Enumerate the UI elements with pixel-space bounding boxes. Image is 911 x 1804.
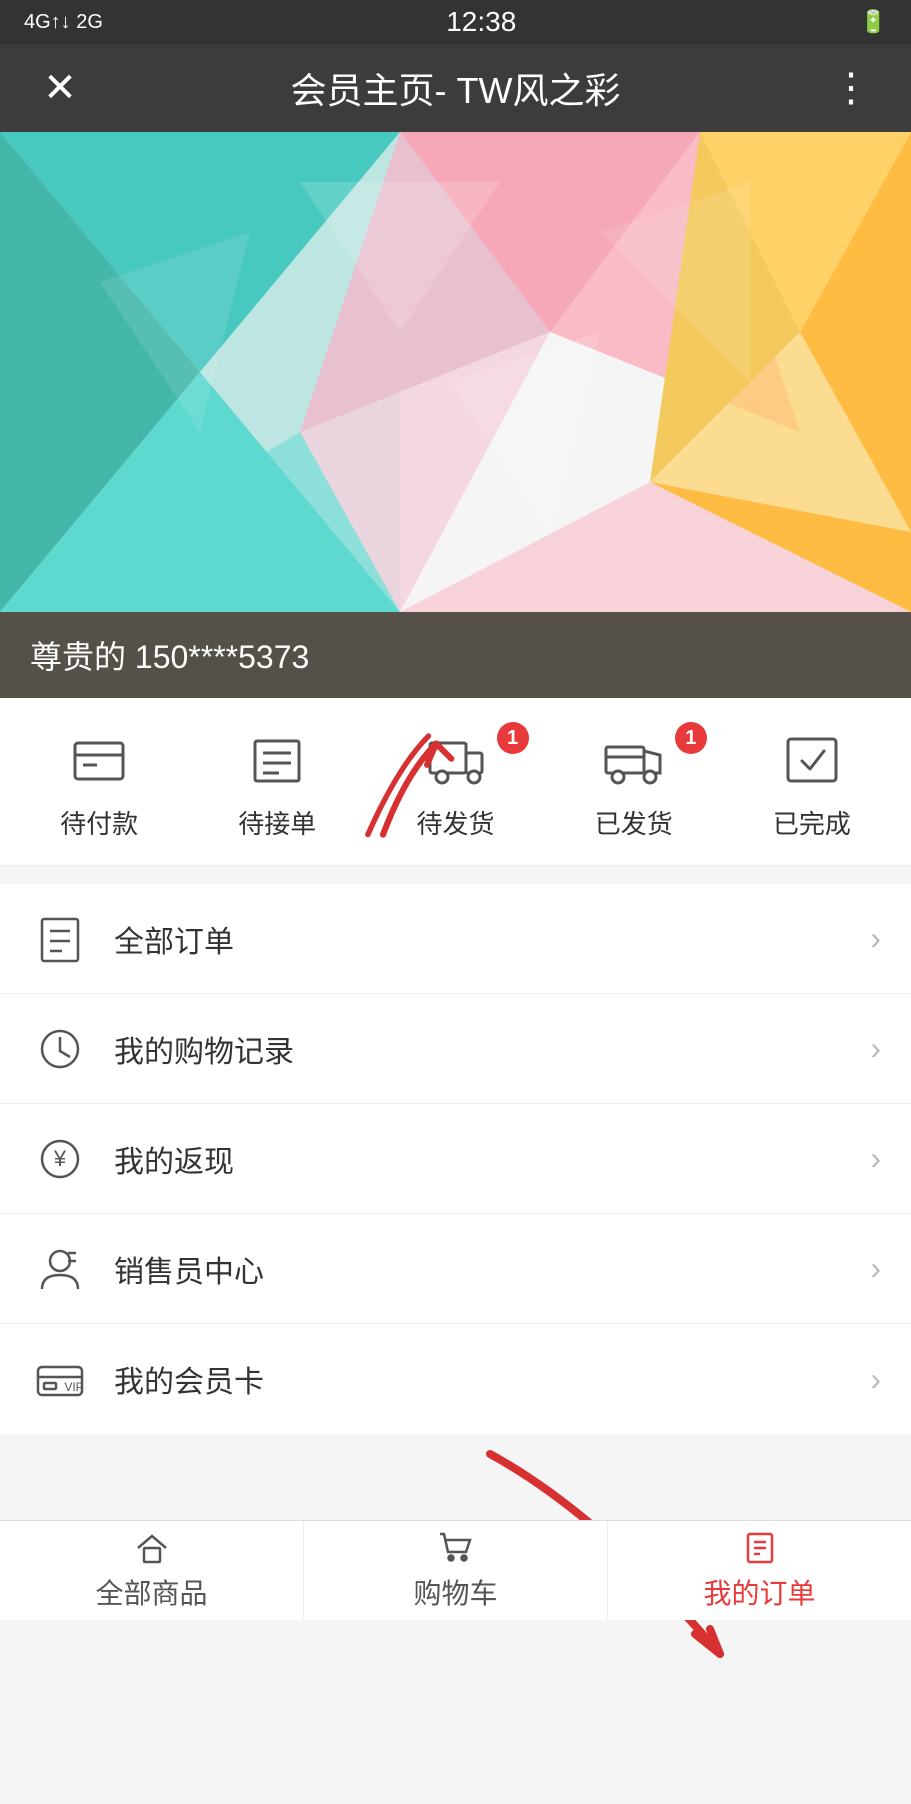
order-status-row: 待付款 待接单 1 (0, 698, 911, 866)
signal-info: 4G↑↓ 2G (24, 11, 103, 34)
pending-accept-icon (241, 730, 313, 790)
cashback-label: 我的返现 (114, 1137, 870, 1181)
nav-my-orders-label: 我的订单 (703, 1572, 815, 1612)
status-time: 12:38 (446, 6, 516, 38)
sales-center-arrow: › (870, 1250, 881, 1287)
home-icon (134, 1530, 170, 1566)
pending-ship-badge: 1 (497, 722, 529, 754)
sales-center-label: 销售员中心 (114, 1247, 870, 1291)
status-bar: 4G↑↓ 2G 12:38 🔋 (0, 0, 911, 44)
menu-item-cashback[interactable]: ¥ 我的返现 › (0, 1104, 911, 1214)
member-card-label: 我的会员卡 (114, 1357, 870, 1401)
nav-my-orders[interactable]: 我的订单 (608, 1521, 911, 1620)
order-status-pending-ship[interactable]: 1 待发货 (366, 730, 544, 841)
signal-text: 4G↑↓ 2G (24, 11, 103, 34)
shipped-badge: 1 (675, 722, 707, 754)
shipped-icon (598, 730, 670, 790)
hero-banner (0, 132, 911, 612)
pending-payment-label: 待付款 (60, 804, 138, 841)
user-greeting: 尊贵的 150****5373 (0, 612, 911, 698)
member-card-arrow: › (870, 1361, 881, 1398)
pending-accept-label: 待接单 (238, 804, 316, 841)
nav-home-label: 全部商品 (95, 1572, 207, 1612)
all-orders-label: 全部订单 (114, 917, 870, 961)
nav-cart-label: 购物车 (413, 1572, 497, 1612)
cashback-arrow: › (870, 1140, 881, 1177)
menu-item-all-orders[interactable]: 全部订单 › (0, 884, 911, 994)
pending-ship-icon (420, 730, 492, 790)
shopping-history-label: 我的购物记录 (114, 1027, 870, 1071)
order-icon (742, 1530, 778, 1566)
page-title: 会员主页- TW风之彩 (90, 62, 821, 114)
menu-item-member-card[interactable]: VIP 我的会员卡 › (0, 1324, 911, 1434)
order-status-pending-accept[interactable]: 待接单 (188, 730, 366, 841)
order-status-completed[interactable]: 已完成 (723, 730, 901, 841)
pending-payment-icon (63, 730, 135, 790)
order-status-pending-payment[interactable]: 待付款 (10, 730, 188, 841)
battery-info: 🔋 (860, 9, 887, 35)
completed-icon (776, 730, 848, 790)
order-status-shipped[interactable]: 1 已发货 (545, 730, 723, 841)
nav-home[interactable]: 全部商品 (0, 1521, 304, 1620)
nav-cart[interactable]: 购物车 (304, 1521, 608, 1620)
menu-item-sales-center[interactable]: 销售员中心 › (0, 1214, 911, 1324)
shopping-history-icon (30, 1019, 90, 1079)
completed-label: 已完成 (773, 804, 851, 841)
all-orders-arrow: › (870, 920, 881, 957)
svg-text:VIP: VIP (64, 1380, 83, 1394)
more-button[interactable]: ⋮ (821, 65, 881, 111)
top-bar: ✕ 会员主页- TW风之彩 ⋮ (0, 44, 911, 132)
shipped-label: 已发货 (595, 804, 673, 841)
bottom-nav: 全部商品 购物车 我的订单 (0, 1520, 911, 1620)
battery-icon: 🔋 (860, 9, 887, 35)
menu-item-shopping-history[interactable]: 我的购物记录 › (0, 994, 911, 1104)
menu-list: 全部订单 › 我的购物记录 › ¥ 我的返现 › (0, 884, 911, 1434)
all-orders-icon (30, 909, 90, 969)
close-button[interactable]: ✕ (30, 65, 90, 111)
member-card-icon: VIP (30, 1349, 90, 1409)
cart-icon (438, 1530, 474, 1566)
pending-ship-label: 待发货 (417, 804, 495, 841)
shopping-history-arrow: › (870, 1030, 881, 1067)
greeting-text: 尊贵的 150****5373 (30, 639, 309, 675)
svg-text:¥: ¥ (53, 1146, 67, 1171)
cashback-icon: ¥ (30, 1129, 90, 1189)
sales-center-icon (30, 1239, 90, 1299)
